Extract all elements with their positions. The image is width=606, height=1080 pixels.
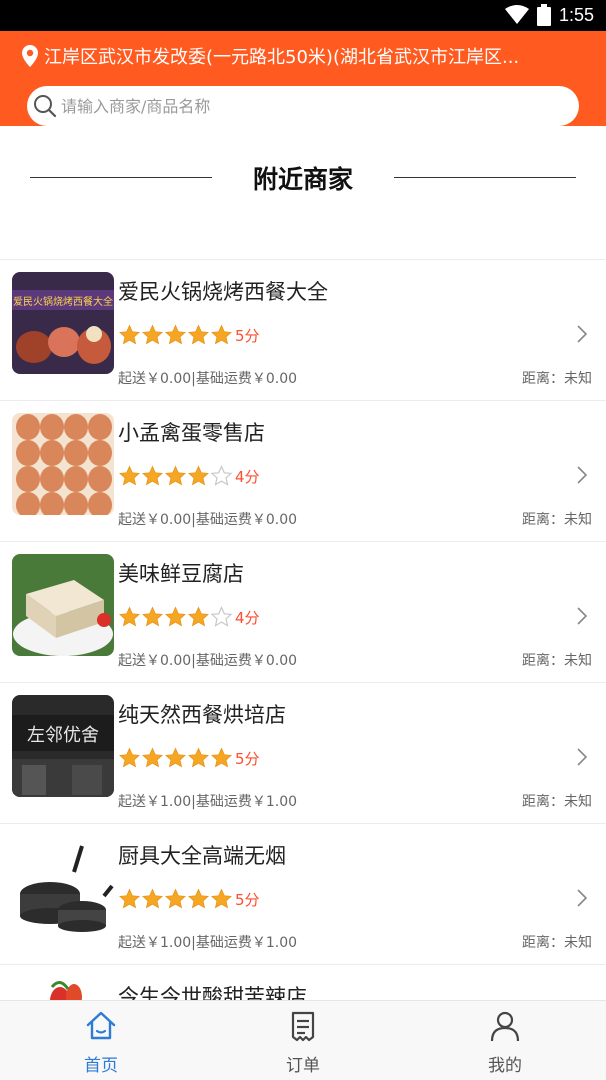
merchant-row[interactable]: 小孟禽蛋零售店 4分 起送￥0.00|基础运费￥0.00 距离：未知 (0, 400, 606, 541)
star-filled-icon (211, 747, 232, 768)
tab-home-label: 首页 (84, 1056, 118, 1076)
rating-score: 5分 (235, 749, 260, 768)
app-screen: 1:55 江岸区武汉市发改委(一元路北50米)(湖北省武汉市江岸区... 附近商… (0, 0, 606, 1080)
rating-stars: 5分 (118, 747, 260, 769)
star-filled-icon (211, 888, 232, 909)
thumbnail-sign-text: 左邻优舍 (27, 725, 99, 746)
chevron-right-icon (577, 748, 588, 766)
merchant-row[interactable]: 厨具大全高端无烟 5分 起送￥1.00|基础运费￥1.00 距离：未知 (0, 823, 606, 964)
location-bar[interactable]: 江岸区武汉市发改委(一元路北50米)(湖北省武汉市江岸区... (22, 43, 592, 69)
star-filled-icon (119, 606, 140, 627)
star-filled-icon (211, 324, 232, 345)
delivery-fee: 起送￥0.00|基础运费￥0.00 (118, 371, 298, 387)
distance: 距离：未知 (522, 794, 592, 810)
distance: 距离：未知 (522, 371, 592, 387)
distance: 距离：未知 (522, 935, 592, 951)
merchant-row[interactable]: 美味鲜豆腐店 4分 起送￥0.00|基础运费￥0.00 距离：未知 (0, 541, 606, 682)
delivery-fee: 起送￥0.00|基础运费￥0.00 (118, 512, 298, 528)
star-filled-icon (142, 324, 163, 345)
rating-score: 4分 (235, 608, 260, 627)
star-filled-icon (188, 606, 209, 627)
battery-icon (536, 4, 551, 26)
merchant-row[interactable]: 左邻优舍 纯天然西餐烘培店 5分 起送￥1.00|基础运费￥1.00 距离：未知 (0, 682, 606, 823)
star-filled-icon (142, 606, 163, 627)
order-icon (291, 1011, 315, 1042)
distance: 距离：未知 (522, 653, 592, 669)
star-empty-icon (210, 606, 233, 627)
location-pin-icon (22, 45, 38, 67)
star-filled-icon (142, 747, 163, 768)
star-filled-icon (188, 465, 209, 486)
bottom-tab-bar: 首页 订单 我的 (0, 1000, 606, 1080)
search-bar[interactable] (27, 86, 579, 126)
delivery-fee: 起送￥0.00|基础运费￥0.00 (118, 653, 298, 669)
search-icon (34, 95, 57, 118)
tab-orders-label: 订单 (286, 1056, 320, 1076)
star-empty-icon (210, 465, 233, 486)
tab-profile-label: 我的 (488, 1056, 522, 1076)
status-time: 1:55 (558, 4, 594, 25)
header: 江岸区武汉市发改委(一元路北50米)(湖北省武汉市江岸区... (0, 31, 606, 126)
merchant-thumbnail (12, 554, 114, 656)
chevron-right-icon (577, 466, 588, 484)
home-icon (86, 1011, 116, 1040)
merchant-name: 小孟禽蛋零售店 (118, 421, 265, 445)
star-filled-icon (188, 888, 209, 909)
tab-profile[interactable]: 我的 (404, 1001, 606, 1080)
location-text: 江岸区武汉市发改委(一元路北50米)(湖北省武汉市江岸区... (44, 47, 520, 68)
merchant-name: 美味鲜豆腐店 (118, 562, 244, 586)
star-filled-icon (165, 888, 186, 909)
merchant-thumbnail (12, 413, 114, 515)
search-input[interactable] (61, 96, 541, 116)
tab-home[interactable]: 首页 (0, 1001, 202, 1080)
rating-stars: 5分 (118, 888, 260, 910)
chevron-right-icon (577, 889, 588, 907)
status-bar: 1:55 (0, 0, 606, 31)
merchant-row[interactable]: 爱民火锅烧烤西餐大全 爱民火锅烧烤西餐大全 5分 起送￥0.00|基础运费￥0.… (0, 259, 606, 400)
status-indicators: 1:55 (504, 4, 594, 26)
rating-stars: 4分 (118, 465, 260, 487)
star-filled-icon (165, 465, 186, 486)
star-filled-icon (119, 465, 140, 486)
star-filled-icon (119, 888, 140, 909)
star-filled-icon (165, 324, 186, 345)
distance: 距离：未知 (522, 512, 592, 528)
star-filled-icon (188, 747, 209, 768)
chevron-right-icon (577, 607, 588, 625)
tab-orders[interactable]: 订单 (202, 1001, 404, 1080)
chevron-right-icon (577, 325, 588, 343)
star-filled-icon (142, 888, 163, 909)
merchant-name: 厨具大全高端无烟 (118, 844, 286, 868)
merchant-thumbnail: 左邻优舍 (12, 695, 114, 797)
merchant-thumbnail: 爱民火锅烧烤西餐大全 (12, 272, 114, 374)
merchant-name: 爱民火锅烧烤西餐大全 (118, 280, 328, 304)
rating-stars: 4分 (118, 606, 260, 628)
rating-stars: 5分 (118, 324, 260, 346)
star-filled-icon (165, 606, 186, 627)
star-filled-icon (142, 465, 163, 486)
merchant-thumbnail (12, 836, 114, 938)
rating-score: 5分 (235, 326, 260, 345)
star-filled-icon (188, 324, 209, 345)
merchant-name: 纯天然西餐烘培店 (118, 703, 286, 727)
star-filled-icon (119, 747, 140, 768)
merchant-list: 爱民火锅烧烤西餐大全 爱民火锅烧烤西餐大全 5分 起送￥0.00|基础运费￥0.… (0, 259, 606, 1080)
delivery-fee: 起送￥1.00|基础运费￥1.00 (118, 794, 298, 810)
star-filled-icon (119, 324, 140, 345)
rating-score: 5分 (235, 890, 260, 909)
delivery-fee: 起送￥1.00|基础运费￥1.00 (118, 935, 298, 951)
wifi-icon (504, 5, 529, 24)
nearby-section-header: 附近商家 (0, 150, 606, 206)
thumbnail-banner-text: 爱民火锅烧烤西餐大全 (13, 295, 113, 308)
star-filled-icon (165, 747, 186, 768)
section-title: 附近商家 (252, 165, 353, 194)
rating-score: 4分 (235, 467, 260, 486)
profile-icon (490, 1011, 520, 1042)
